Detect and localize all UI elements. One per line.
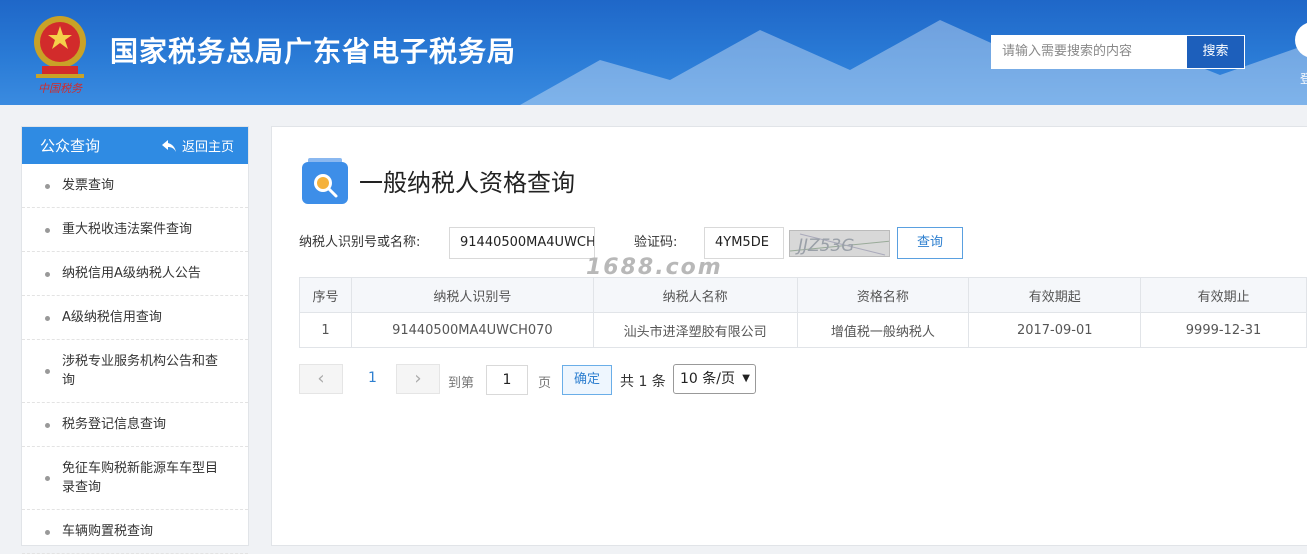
sidebar-item-label: 发票查询 — [62, 178, 115, 193]
sidebar-item-label: 纳税信用A级纳税人公告 — [62, 266, 201, 281]
col-header: 资格名称 — [796, 277, 970, 313]
chevron-right-icon: › — [414, 368, 422, 389]
table-cell: 1 — [299, 312, 352, 348]
sidebar-item-label: 重大税收违法案件查询 — [62, 222, 193, 237]
sidebar-item[interactable]: 纳税信用A级纳税人公告 — [22, 252, 248, 296]
goto-confirm-button[interactable]: 确定 — [562, 365, 612, 395]
sidebar-title: 公众查询 — [40, 137, 101, 155]
captcha-image[interactable]: JJZ53G — [789, 230, 890, 257]
sidebar-item[interactable]: A级纳税信用查询 — [22, 296, 248, 340]
sidebar-item[interactable]: 车辆购置税查询 — [22, 510, 248, 554]
page-unit-label: 页 — [538, 376, 552, 391]
col-header: 有效期起 — [968, 277, 1142, 313]
page-title: 一般纳税人资格查询 — [359, 169, 575, 197]
col-header: 纳税人名称 — [592, 277, 798, 313]
sidebar-item-label: 税务登记信息查询 — [62, 417, 167, 432]
col-header: 序号 — [299, 277, 352, 313]
captcha-label: 验证码: — [634, 235, 678, 250]
prev-page-button[interactable]: ‹ — [299, 364, 343, 394]
table-cell: 9999-12-31 — [1140, 312, 1307, 348]
table-row: 1 91440500MA4UWCH070 汕头市进泽塑胶有限公司 增值税一般纳税… — [299, 312, 1307, 348]
query-button[interactable]: 查询 — [897, 227, 963, 259]
sidebar-item[interactable]: 税务登记信息查询 — [22, 403, 248, 447]
chevron-down-icon: ▼ — [742, 373, 750, 384]
current-page[interactable]: 1 — [368, 370, 377, 386]
national-emblem-icon: 中国税务 — [34, 16, 86, 95]
site-title: 国家税务总局广东省电子税务局 — [110, 35, 517, 68]
search-input[interactable]: 请输入需要搜索的内容 — [991, 35, 1187, 69]
page-size-select[interactable]: 10 条/页 ▼ — [673, 364, 756, 394]
sidebar: 公众查询 返回主页 发票查询重大税收违法案件查询 纳税信用A级纳税人公告 A级纳税信… — [21, 126, 249, 554]
emblem-caption: 中国税务 — [38, 82, 83, 95]
login-link[interactable]: 登 — [1300, 70, 1307, 87]
table-cell: 2017-09-01 — [968, 312, 1142, 348]
sidebar-item-label: 涉税专业服务机构公告和查询 — [62, 354, 219, 388]
results-table: 序号 纳税人识别号 纳税人名称 资格名称 有效期起 有效期止 1 9144050… — [299, 277, 1307, 348]
reply-arrow-icon — [161, 139, 176, 152]
taxpayer-label: 纳税人识别号或名称: — [299, 235, 421, 250]
col-header: 纳税人识别号 — [350, 277, 594, 313]
sidebar-item-label: A级纳税信用查询 — [62, 310, 162, 325]
back-home-label: 返回主页 — [181, 140, 234, 155]
table-header-row: 序号 纳税人识别号 纳税人名称 资格名称 有效期起 有效期止 — [299, 277, 1307, 313]
goto-label: 到第 — [448, 376, 475, 391]
col-header: 有效期止 — [1140, 277, 1307, 313]
sidebar-item[interactable]: 免征车购税新能源车车型目录查询 — [22, 447, 248, 510]
sidebar-menu: 发票查询重大税收违法案件查询 纳税信用A级纳税人公告 A级纳税信用查询涉税专业服务机… — [22, 164, 248, 554]
total-count: 共 1 条 — [620, 374, 666, 390]
back-home-link[interactable]: 返回主页 — [161, 136, 234, 155]
sidebar-item[interactable]: 重大税收违法案件查询 — [22, 208, 248, 252]
captcha-graphic: JJZ53G — [790, 233, 889, 256]
search-button[interactable]: 搜索 — [1186, 35, 1245, 69]
header: 中国税务 国家税务总局广东省电子税务局 请输入需要搜索的内容 搜索 登 — [0, 0, 1307, 105]
table-cell: 91440500MA4UWCH070 — [350, 312, 594, 348]
table-cell: 增值税一般纳税人 — [796, 312, 970, 348]
search-doc-icon — [302, 158, 348, 204]
taxpayer-input[interactable]: 91440500MA4UWCH070 — [449, 227, 595, 259]
page-size-value: 10 条/页 — [680, 371, 735, 387]
captcha-text: JJZ53G — [795, 236, 854, 256]
table-cell: 汕头市进泽塑胶有限公司 — [592, 312, 798, 348]
sidebar-item[interactable]: 发票查询 — [22, 164, 248, 208]
goto-page-input[interactable]: 1 — [486, 365, 528, 395]
sidebar-item[interactable]: 涉税专业服务机构公告和查询 — [22, 340, 248, 403]
next-page-button[interactable]: › — [396, 364, 440, 394]
chevron-left-icon: ‹ — [317, 368, 325, 389]
sidebar-header: 公众查询 返回主页 — [22, 127, 248, 164]
sidebar-item-label: 免征车购税新能源车车型目录查询 — [62, 461, 219, 495]
